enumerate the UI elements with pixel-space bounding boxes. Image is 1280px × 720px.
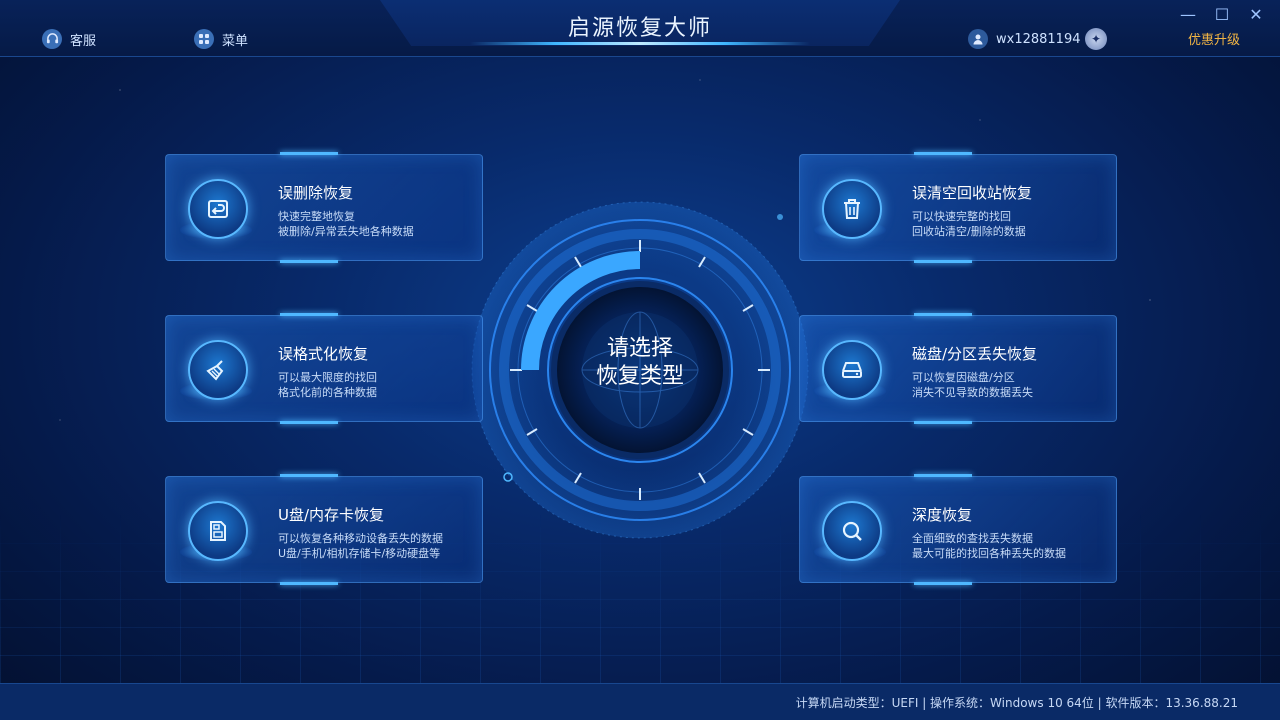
- maximize-icon[interactable]: ☐: [1210, 4, 1234, 26]
- card-title: U盘/内存卡恢复: [278, 506, 385, 524]
- card-partition-recovery[interactable]: 磁盘/分区丢失恢复 可以恢复因磁盘/分区 消失不见导致的数据丢失: [799, 313, 1117, 424]
- menu-label: 菜单: [222, 33, 249, 49]
- grid-menu-icon: [194, 29, 214, 49]
- center-prompt-line2: 恢复类型: [595, 364, 684, 389]
- status-bar: 计算机启动类型：UEFI | 操作系统：Windows 10 64位 | 软件版…: [0, 683, 1280, 720]
- card-description-line2: 消失不见导致的数据丢失: [912, 386, 1033, 399]
- hard-disk-icon: [822, 340, 882, 400]
- card-description-line1: 快速完整地恢复: [278, 210, 355, 223]
- card-title: 误格式化恢复: [278, 345, 369, 363]
- card-title: 深度恢复: [912, 506, 973, 524]
- card-description-line1: 可以恢复因磁盘/分区: [912, 371, 1015, 384]
- app-title: 启源恢复大师: [567, 16, 712, 41]
- center-prompt: 请选择 恢复类型: [570, 335, 710, 391]
- magnifier-icon: [822, 501, 882, 561]
- card-description-line2: U盘/手机/相机存储卡/移动硬盘等: [278, 547, 441, 560]
- card-title: 磁盘/分区丢失恢复: [912, 345, 1038, 363]
- card-description-line2: 最大可能的找回各种丢失的数据: [912, 547, 1066, 560]
- broom-icon: [188, 340, 248, 400]
- center-prompt-line1: 请选择: [606, 336, 673, 361]
- card-description-line1: 可以快速完整的找回: [912, 210, 1011, 223]
- title-glow-line: [470, 42, 810, 45]
- card-recycle-bin-recovery[interactable]: 误清空回收站恢复 可以快速完整的找回 回收站清空/删除的数据: [799, 152, 1117, 263]
- user-avatar-icon: [968, 29, 988, 49]
- card-format-recovery[interactable]: 误格式化恢复 可以最大限度的找回 格式化前的各种数据: [165, 313, 483, 424]
- card-description-line1: 全面细致的查找丢失数据: [912, 532, 1033, 545]
- username-label: wx12881194: [996, 31, 1081, 47]
- memory-card-icon: [188, 501, 248, 561]
- vip-badge-icon: ✦: [1085, 28, 1107, 50]
- minimize-icon[interactable]: —: [1176, 4, 1200, 26]
- title-bar: 启源恢复大师 客服 菜单 wx12881194 ✦ 优惠升级 — ☐ ✕: [0, 0, 1280, 57]
- card-description-line1: 可以最大限度的找回: [278, 371, 377, 384]
- card-deleted-recovery[interactable]: 误删除恢复 快速完整地恢复 被删除/异常丢失地各种数据: [165, 152, 483, 263]
- trash-bin-icon: [822, 179, 882, 239]
- card-deep-recovery[interactable]: 深度恢复 全面细致的查找丢失数据 最大可能的找回各种丢失的数据: [799, 474, 1117, 585]
- card-description-line2: 格式化前的各种数据: [278, 386, 377, 399]
- card-description-line1: 可以恢复各种移动设备丢失的数据: [278, 532, 443, 545]
- support-label: 客服: [70, 33, 97, 49]
- restore-file-icon: [188, 179, 248, 239]
- menu-button[interactable]: 菜单: [194, 29, 248, 49]
- card-description-line2: 回收站清空/删除的数据: [912, 225, 1026, 238]
- user-account[interactable]: wx12881194: [968, 29, 1081, 49]
- close-icon[interactable]: ✕: [1244, 4, 1268, 26]
- card-title: 误清空回收站恢复: [912, 184, 1033, 202]
- support-button[interactable]: 客服: [42, 29, 96, 49]
- card-description-line2: 被删除/异常丢失地各种数据: [278, 225, 414, 238]
- headset-icon: [42, 29, 62, 49]
- card-title: 误删除恢复: [278, 184, 354, 202]
- card-usb-sd-recovery[interactable]: U盘/内存卡恢复 可以恢复各种移动设备丢失的数据 U盘/手机/相机存储卡/移动硬…: [165, 474, 483, 585]
- system-info-text: 计算机启动类型：UEFI | 操作系统：Windows 10 64位 | 软件版…: [795, 696, 1238, 710]
- upgrade-button[interactable]: 优惠升级: [1188, 29, 1240, 48]
